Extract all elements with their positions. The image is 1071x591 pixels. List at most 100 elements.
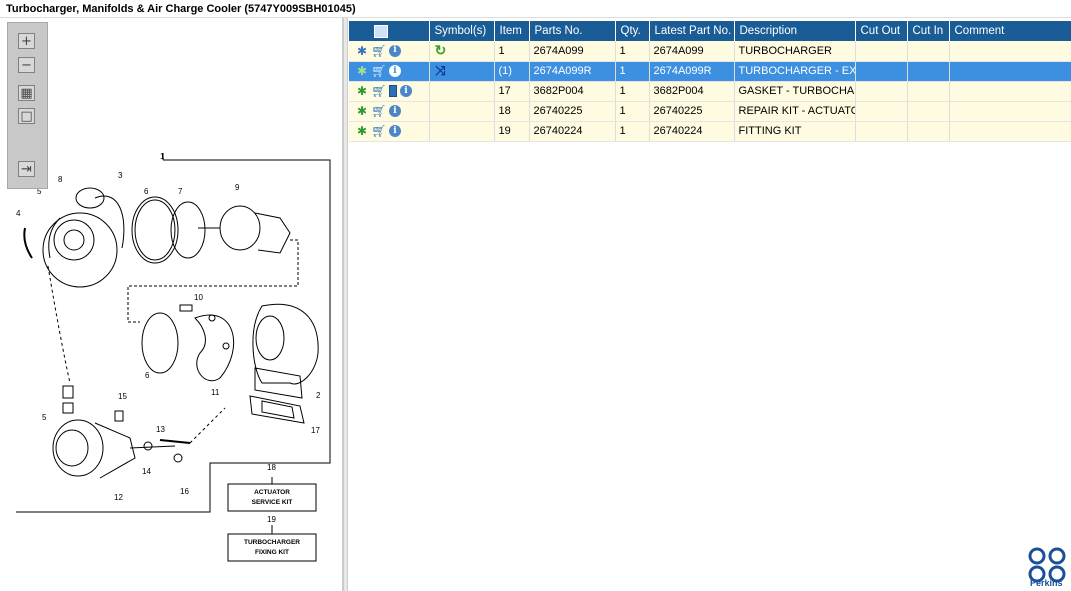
column-header-actions[interactable]: [349, 21, 430, 41]
exchange-arrow-icon: ⤨: [435, 63, 446, 79]
svg-text:16: 16: [180, 487, 189, 496]
gear-icon[interactable]: ✱: [355, 104, 369, 118]
cell-comment: [949, 101, 1071, 122]
cell-description: FITTING KIT: [734, 121, 856, 142]
kit-19-line2: FIXING KIT: [255, 549, 289, 556]
cell-description: REPAIR KIT - ACTUATOR: [734, 101, 856, 122]
cell-part-no: 3682P004: [529, 81, 616, 102]
column-header-symbols[interactable]: Symbol(s): [429, 21, 495, 41]
cell-item: 1: [494, 41, 530, 62]
gear-icon[interactable]: ✱: [355, 84, 369, 98]
fit-box-button[interactable]: □: [18, 108, 35, 124]
cell-qty: 1: [615, 41, 650, 62]
cell-cut-out: [855, 101, 908, 122]
zoom-in-button[interactable]: +: [18, 33, 35, 49]
column-header-description[interactable]: Description: [734, 21, 856, 41]
cell-part-no: 2674A099: [529, 41, 616, 62]
cell-cut-in: [907, 101, 950, 122]
info-icon[interactable]: i: [400, 85, 412, 97]
find-icon: [374, 24, 388, 38]
cart-icon[interactable]: 🛒︎: [371, 104, 386, 118]
cart-icon[interactable]: 🛒︎: [371, 64, 386, 78]
table-row[interactable]: ✱ 🛒︎ i 17 3682P004 1 3682P004 GASKET - TUR…: [349, 81, 1071, 102]
window-title: Turbocharger, Manifolds & Air Charge Coo…: [6, 3, 356, 15]
window-title-bar: Turbocharger, Manifolds & Air Charge Coo…: [0, 0, 1071, 18]
table-row[interactable]: ✱ 🛒︎ i 18 26740225 1 26740225 REPAIR KIT -…: [349, 101, 1071, 122]
cart-icon[interactable]: 🛒︎: [371, 44, 386, 58]
exploded-parts-drawing: 1 2 3 4 5 5 6 6 7 8 9 10 11 12 13 14 15 …: [16, 152, 331, 562]
zoom-in-icon: +: [21, 33, 32, 49]
cell-cut-out: [855, 121, 908, 142]
cell-qty: 1: [615, 101, 650, 122]
column-header-comment[interactable]: Comment: [949, 21, 1071, 41]
cell-item: 18: [494, 101, 530, 122]
cell-cut-out: [855, 81, 908, 102]
column-header-latest-part-no[interactable]: Latest Part No.: [649, 21, 735, 41]
column-header-qty[interactable]: Qty.: [615, 21, 650, 41]
svg-text:5: 5: [42, 413, 47, 422]
svg-text:12: 12: [114, 493, 123, 502]
svg-text:1: 1: [160, 152, 165, 161]
brand-name: Perkins: [1030, 578, 1063, 588]
gear-icon[interactable]: ✱: [355, 124, 369, 138]
zoom-out-button[interactable]: −: [18, 57, 35, 73]
info-icon[interactable]: i: [389, 125, 401, 137]
svg-text:10: 10: [194, 293, 203, 302]
export-icon: ⇥: [21, 161, 32, 177]
export-button[interactable]: ⇥: [18, 161, 35, 177]
svg-text:8: 8: [58, 175, 63, 184]
cell-comment: [949, 81, 1071, 102]
table-row-selected[interactable]: ✱ 🛒︎ i ⤨ (1) 2674A099R 1 2674A099R TURBOCH…: [349, 61, 1071, 82]
info-icon[interactable]: i: [389, 44, 401, 57]
table-row[interactable]: ✱ 🛒︎ i 19 26740224 1 26740224 FITTING KIT: [349, 121, 1071, 142]
pane-splitter[interactable]: [343, 18, 348, 591]
info-icon[interactable]: i: [389, 105, 401, 117]
cell-latest-part-no: 2674A099: [649, 41, 735, 62]
cell-description: TURBOCHARGER - EXCH: [734, 61, 856, 82]
cell-item: 17: [494, 81, 530, 102]
table-row[interactable]: ✱ 🛒︎ i ↻ 1 2674A099 1 2674A099 TURBOCHARGE…: [349, 41, 1071, 62]
svg-text:6: 6: [145, 371, 150, 380]
rotate-arrow-icon: ↻: [434, 42, 447, 59]
svg-text:4: 4: [16, 209, 21, 218]
zoom-toolbar: + − ▦ □ ⇥: [7, 22, 48, 189]
fit-box-icon: □: [20, 108, 33, 124]
fit-all-icon: ▦: [20, 85, 33, 101]
cell-comment: [949, 121, 1071, 142]
cart-icon[interactable]: 🛒︎: [371, 124, 386, 138]
svg-text:6: 6: [144, 187, 149, 196]
cell-latest-part-no: 26740225: [649, 101, 735, 122]
cell-qty: 1: [615, 81, 650, 102]
cell-qty: 1: [615, 121, 650, 142]
book-icon[interactable]: [389, 85, 397, 97]
gear-icon[interactable]: ✱: [355, 44, 369, 58]
column-header-item[interactable]: Item: [494, 21, 530, 41]
svg-text:7: 7: [178, 187, 183, 196]
cell-latest-part-no: 26740224: [649, 121, 735, 142]
cell-cut-in: [907, 41, 950, 62]
svg-text:13: 13: [156, 425, 165, 434]
svg-text:9: 9: [235, 183, 240, 192]
info-icon[interactable]: i: [389, 65, 401, 77]
cell-latest-part-no: 3682P004: [649, 81, 735, 102]
cell-cut-in: [907, 81, 950, 102]
svg-text:3: 3: [118, 171, 123, 180]
svg-text:18: 18: [267, 463, 276, 472]
cell-cut-in: [907, 61, 950, 82]
cell-part-no: 26740225: [529, 101, 616, 122]
cell-item: 19: [494, 121, 530, 142]
column-header-parts-no[interactable]: Parts No.: [529, 21, 616, 41]
fit-all-button[interactable]: ▦: [18, 85, 35, 101]
svg-text:15: 15: [118, 392, 127, 401]
kit-18-line1: ACTUATOR: [254, 489, 290, 496]
gear-icon[interactable]: ✱: [355, 64, 369, 78]
cell-qty: 1: [615, 61, 650, 82]
zoom-out-icon: −: [21, 57, 32, 73]
column-header-cut-out[interactable]: Cut Out: [855, 21, 908, 41]
cell-latest-part-no: 2674A099R: [649, 61, 735, 82]
kit-19-line1: TURBOCHARGER: [244, 539, 300, 546]
column-header-cut-in[interactable]: Cut In: [907, 21, 950, 41]
cart-icon[interactable]: 🛒︎: [371, 84, 386, 98]
cell-cut-out: [855, 61, 908, 82]
cell-cut-out: [855, 41, 908, 62]
